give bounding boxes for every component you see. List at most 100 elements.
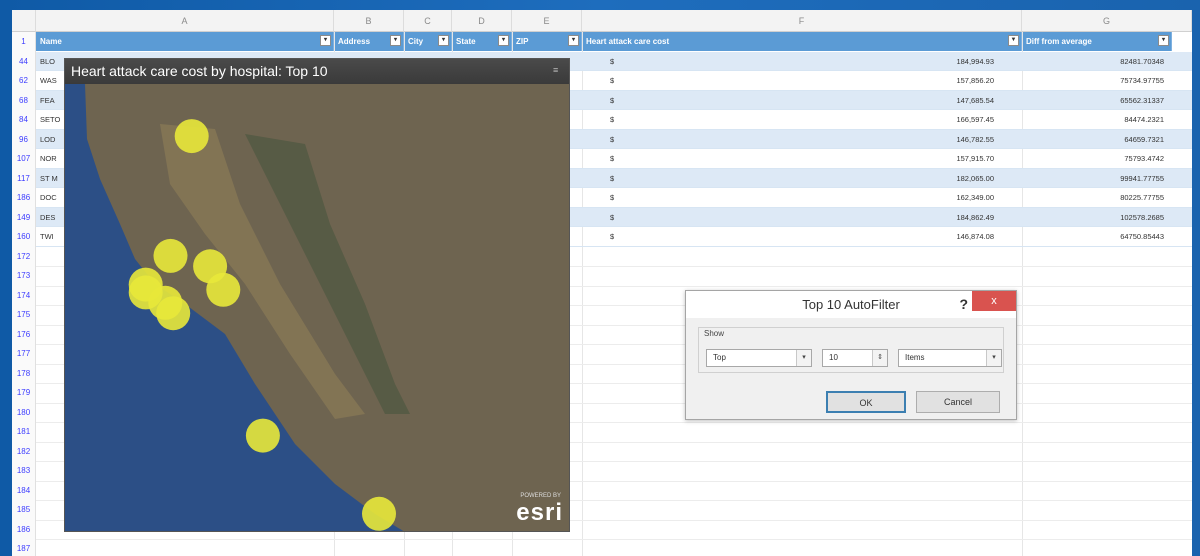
cost-cell[interactable]: 184,862.49: [736, 208, 998, 227]
hospital-name-cell[interactable]: LOD: [40, 130, 66, 149]
row-number[interactable]: 184: [12, 480, 36, 500]
column-header-f[interactable]: F: [582, 10, 1022, 32]
filter-dropdown-icon[interactable]: ▾: [438, 35, 449, 46]
row-number[interactable]: 68: [12, 90, 36, 110]
diff-cell[interactable]: 82481.70348: [1036, 52, 1170, 71]
filter-dropdown-icon[interactable]: ▾: [568, 35, 579, 46]
hospital-marker[interactable]: [153, 238, 188, 273]
column-header-d[interactable]: D: [452, 10, 512, 32]
column-header-a[interactable]: A: [36, 10, 334, 32]
hospital-name-cell[interactable]: WAS: [40, 71, 66, 90]
currency-cell[interactable]: $: [610, 227, 630, 246]
currency-cell[interactable]: $: [610, 52, 630, 71]
row-number[interactable]: 181: [12, 422, 36, 442]
filter-dropdown-icon[interactable]: ▾: [390, 35, 401, 46]
menu-icon[interactable]: ≡: [553, 65, 563, 75]
count-spinner[interactable]: 10 ⇕: [822, 349, 888, 367]
row-number[interactable]: 107: [12, 149, 36, 169]
row-number[interactable]: 186: [12, 519, 36, 539]
cost-cell[interactable]: 184,994.93: [736, 52, 998, 71]
row-number[interactable]: 176: [12, 324, 36, 344]
row-number[interactable]: 160: [12, 227, 36, 247]
row-number[interactable]: 177: [12, 344, 36, 364]
cost-cell[interactable]: 162,349.00: [736, 188, 998, 207]
chevron-down-icon[interactable]: ▾: [986, 350, 1001, 366]
hospital-marker[interactable]: [156, 296, 191, 331]
cost-cell[interactable]: 147,685.54: [736, 91, 998, 110]
map-canvas[interactable]: [65, 84, 569, 532]
help-icon[interactable]: ?: [959, 293, 968, 315]
row-number[interactable]: 179: [12, 383, 36, 403]
column-header-c[interactable]: C: [404, 10, 452, 32]
column-header-e[interactable]: E: [512, 10, 582, 32]
map-title-bar[interactable]: Heart attack care cost by hospital: Top …: [65, 59, 569, 84]
close-button[interactable]: x: [972, 291, 1016, 311]
hospital-name-cell[interactable]: NOR: [40, 149, 66, 168]
hospital-name-cell[interactable]: DES: [40, 208, 66, 227]
spreadsheet-grid[interactable]: A B C D E F G 1 Name ▾ Address ▾ City ▾ Sta…: [12, 10, 1192, 556]
diff-cell[interactable]: 75734.97755: [1036, 71, 1170, 90]
spin-arrows-icon[interactable]: ⇕: [872, 350, 887, 366]
row-number[interactable]: 178: [12, 363, 36, 383]
row-number[interactable]: 175: [12, 305, 36, 325]
cost-cell[interactable]: 146,874.08: [736, 227, 998, 246]
cost-cell[interactable]: 166,597.45: [736, 110, 998, 129]
currency-cell[interactable]: $: [610, 169, 630, 188]
row-number[interactable]: 172: [12, 246, 36, 266]
filter-dropdown-icon[interactable]: ▾: [1158, 35, 1169, 46]
filter-active-icon[interactable]: ▼: [1008, 35, 1019, 46]
diff-cell[interactable]: 80225.77755: [1036, 188, 1170, 207]
diff-cell[interactable]: 102578.2685: [1036, 208, 1170, 227]
top-bottom-select[interactable]: Top ▾: [706, 349, 812, 367]
hospital-name-cell[interactable]: FEA: [40, 91, 66, 110]
currency-cell[interactable]: $: [610, 130, 630, 149]
row-number[interactable]: 185: [12, 500, 36, 520]
chevron-down-icon[interactable]: ▾: [796, 350, 811, 366]
diff-cell[interactable]: 84474.2321: [1036, 110, 1170, 129]
hospital-marker[interactable]: [206, 272, 241, 307]
items-percent-select[interactable]: Items ▾: [898, 349, 1002, 367]
diff-cell[interactable]: 64659.7321: [1036, 130, 1170, 149]
row-number[interactable]: 173: [12, 266, 36, 286]
row-number[interactable]: 84: [12, 110, 36, 130]
row-number[interactable]: 149: [12, 207, 36, 227]
row-number[interactable]: 62: [12, 71, 36, 91]
row-number[interactable]: 187: [12, 539, 36, 556]
row-number[interactable]: 182: [12, 441, 36, 461]
hospital-marker[interactable]: [245, 418, 280, 453]
map-chart[interactable]: Heart attack care cost by hospital: Top …: [64, 58, 570, 532]
currency-cell[interactable]: $: [610, 91, 630, 110]
row-number[interactable]: 186: [12, 188, 36, 208]
currency-cell[interactable]: $: [610, 188, 630, 207]
hospital-marker[interactable]: [362, 496, 396, 531]
hospital-name-cell[interactable]: SETO: [40, 110, 66, 129]
cancel-button[interactable]: Cancel: [916, 391, 1000, 413]
row-number[interactable]: 44: [12, 51, 36, 71]
top10-autofilter-dialog[interactable]: Top 10 AutoFilter ? x Show Top ▾ 10 ⇕ It…: [685, 290, 1017, 420]
diff-cell[interactable]: 99941.77755: [1036, 169, 1170, 188]
filter-dropdown-icon[interactable]: ▾: [498, 35, 509, 46]
hospital-name-cell[interactable]: BLO: [40, 52, 66, 71]
filter-dropdown-icon[interactable]: ▾: [320, 35, 331, 46]
hospital-marker[interactable]: [174, 119, 209, 154]
row-number[interactable]: 96: [12, 129, 36, 149]
column-header-b[interactable]: B: [334, 10, 404, 32]
cost-cell[interactable]: 182,065.00: [736, 169, 998, 188]
currency-cell[interactable]: $: [610, 71, 630, 90]
row-number[interactable]: 117: [12, 168, 36, 188]
ok-button[interactable]: OK: [826, 391, 906, 413]
hospital-name-cell[interactable]: TWI: [40, 227, 66, 246]
select-all-corner[interactable]: [12, 10, 36, 32]
cost-cell[interactable]: 157,856.20: [736, 71, 998, 90]
row-number[interactable]: 183: [12, 461, 36, 481]
diff-cell[interactable]: 64750.85443: [1036, 227, 1170, 246]
currency-cell[interactable]: $: [610, 110, 630, 129]
row-number[interactable]: 1: [12, 32, 36, 52]
diff-cell[interactable]: 75793.4742: [1036, 149, 1170, 168]
row-number[interactable]: 180: [12, 402, 36, 422]
hospital-name-cell[interactable]: DOC: [40, 188, 66, 207]
cost-cell[interactable]: 157,915.70: [736, 149, 998, 168]
currency-cell[interactable]: $: [610, 208, 630, 227]
currency-cell[interactable]: $: [610, 149, 630, 168]
cost-cell[interactable]: 146,782.55: [736, 130, 998, 149]
